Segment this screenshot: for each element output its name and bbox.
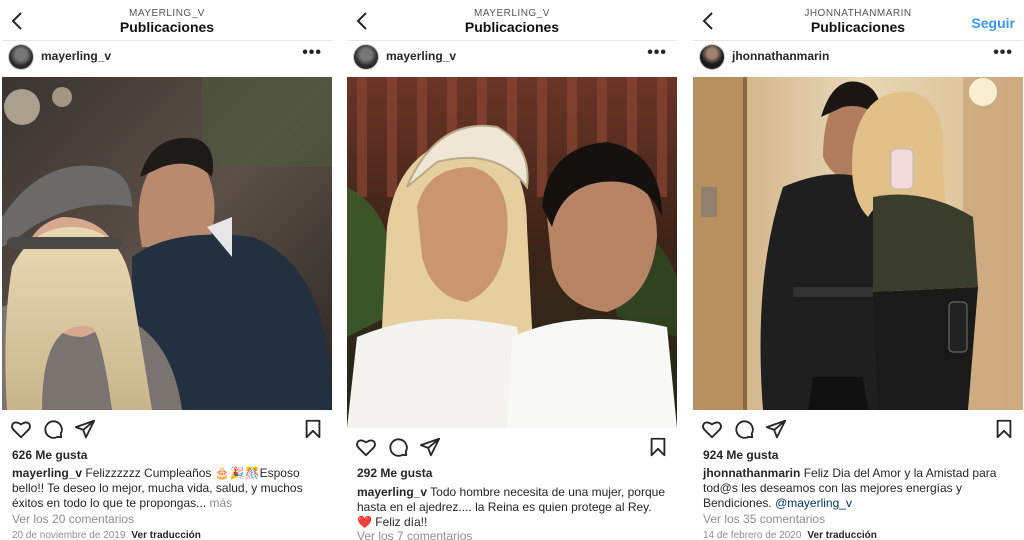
- post-author-row: jhonnathanmarin •••: [693, 41, 1023, 77]
- page-title: Publicaciones: [119, 19, 215, 35]
- post-meta: 20 de noviembre de 2019 Ver traducción: [12, 530, 201, 540]
- author-username[interactable]: mayerling_v: [386, 49, 456, 63]
- more-icon[interactable]: •••: [993, 44, 1013, 62]
- action-bar: [2, 418, 332, 446]
- more-icon[interactable]: •••: [302, 44, 322, 62]
- caption-tail: Feliz día!!: [375, 515, 428, 529]
- likes-count[interactable]: 924 Me gusta: [703, 448, 778, 462]
- post-panel-1: MAYERLING_V Publicaciones mayerling_v ••…: [2, 0, 332, 540]
- bookmark-icon[interactable]: [647, 436, 669, 458]
- caption-username[interactable]: mayerling_v: [12, 466, 82, 480]
- post-caption: mayerling_v Todo hombre necesita de una …: [357, 485, 669, 530]
- caption-username[interactable]: jhonnathanmarin: [703, 466, 800, 480]
- top-bar: MAYERLING_V Publicaciones: [2, 0, 332, 40]
- share-icon[interactable]: [419, 436, 441, 458]
- heart-icon[interactable]: [701, 418, 723, 440]
- comment-icon[interactable]: [387, 436, 409, 458]
- translate-link[interactable]: Ver traducción: [131, 530, 200, 540]
- comment-icon[interactable]: [733, 418, 755, 440]
- post-caption: mayerling_v Felizzzzzz Cumpleaños 🎂🎉🎊Esp…: [12, 466, 324, 511]
- bookmark-icon[interactable]: [993, 418, 1015, 440]
- post-panel-3: JHONNATHANMARIN Publicaciones Seguir jho…: [693, 0, 1023, 540]
- view-comments-link[interactable]: Ver los 35 comentarios: [703, 512, 825, 526]
- likes-count[interactable]: 626 Me gusta: [12, 448, 87, 462]
- more-icon[interactable]: •••: [647, 44, 667, 62]
- caption-username[interactable]: mayerling_v: [357, 485, 427, 499]
- heart-icon[interactable]: [10, 418, 32, 440]
- post-caption: jhonnathanmarin Feliz Dia del Amor y la …: [703, 466, 1015, 511]
- follow-button[interactable]: Seguir: [971, 15, 1015, 31]
- post-author-row: mayerling_v •••: [2, 41, 332, 77]
- header-username: MAYERLING_V: [129, 8, 205, 19]
- share-icon[interactable]: [74, 418, 96, 440]
- avatar[interactable]: [353, 44, 379, 70]
- bookmark-icon[interactable]: [302, 418, 324, 440]
- action-bar: [693, 418, 1023, 446]
- page-title: Publicaciones: [464, 19, 560, 35]
- post-photo[interactable]: [347, 77, 677, 428]
- more-link[interactable]: más: [209, 496, 232, 510]
- avatar[interactable]: [699, 44, 725, 70]
- post-photo[interactable]: [2, 77, 332, 410]
- post-date: 20 de noviembre de 2019: [12, 530, 126, 540]
- view-comments-link[interactable]: Ver los 7 comentarios: [357, 529, 472, 540]
- share-icon[interactable]: [765, 418, 787, 440]
- post-meta: 14 de febrero de 2020 Ver traducción: [703, 530, 877, 540]
- comment-icon[interactable]: [42, 418, 64, 440]
- post-author-row: mayerling_v •••: [347, 41, 677, 77]
- red-heart-icon: ❤️: [357, 515, 372, 529]
- heart-icon[interactable]: [355, 436, 377, 458]
- mention-link[interactable]: @mayerling_v: [775, 496, 852, 510]
- translate-link[interactable]: Ver traducción: [807, 530, 876, 540]
- view-comments-link[interactable]: Ver los 20 comentarios: [12, 512, 134, 526]
- author-username[interactable]: mayerling_v: [41, 49, 111, 63]
- top-bar: JHONNATHANMARIN Publicaciones Seguir: [693, 0, 1023, 40]
- author-username[interactable]: jhonnathanmarin: [732, 49, 829, 63]
- top-bar: MAYERLING_V Publicaciones: [347, 0, 677, 40]
- likes-count[interactable]: 292 Me gusta: [357, 466, 432, 480]
- post-panel-2: MAYERLING_V Publicaciones mayerling_v ••…: [347, 0, 677, 540]
- header-username: MAYERLING_V: [474, 8, 550, 19]
- post-date: 14 de febrero de 2020: [703, 530, 802, 540]
- action-bar: [347, 436, 677, 464]
- avatar[interactable]: [8, 44, 34, 70]
- post-photo[interactable]: [693, 77, 1023, 410]
